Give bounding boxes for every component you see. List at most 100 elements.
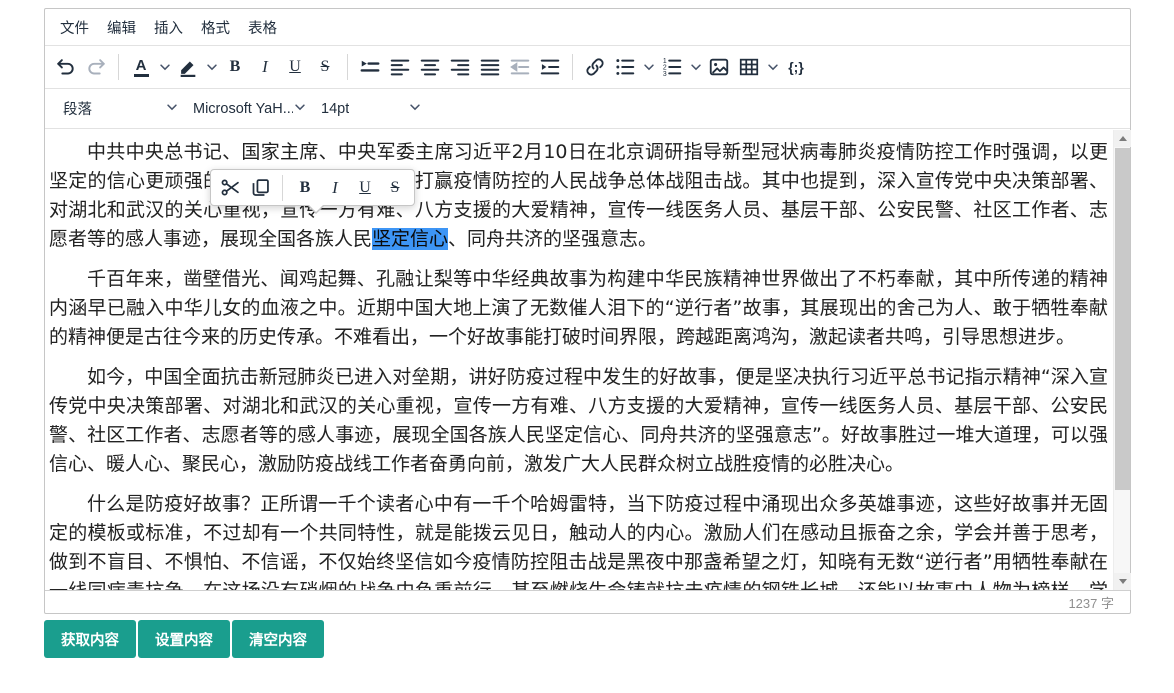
highlighter-icon (177, 56, 199, 78)
image-icon (708, 56, 730, 78)
code-sample-icon: {;} (788, 59, 804, 75)
get-content-button[interactable]: 获取内容 (44, 620, 136, 658)
menu-bar: 文件 编辑 插入 格式 表格 (45, 9, 1130, 46)
paragraph-text: 、同舟共济的坚强意志。 (448, 228, 657, 250)
triangle-up-icon (1119, 132, 1127, 141)
italic-icon: I (262, 57, 268, 77)
numbered-list-button[interactable]: 1 2 3 (657, 53, 687, 81)
italic-button[interactable]: I (320, 173, 350, 202)
font-family-value: Microsoft YaH... (193, 101, 293, 117)
scrollbar-thumb[interactable] (1115, 148, 1130, 490)
rich-text-body[interactable]: 中共中央总书记、国家主席、中央军委主席习近平2月10日在北京调研指导新型冠状病毒… (45, 130, 1112, 590)
text-color-icon: A (134, 58, 149, 77)
outdent-button[interactable] (505, 53, 535, 81)
chevron-down-icon (165, 100, 179, 118)
italic-icon: I (332, 178, 338, 198)
numbered-list-icon: 1 2 3 (661, 56, 683, 78)
table-chevron[interactable] (764, 53, 781, 81)
svg-text:3: 3 (663, 71, 667, 78)
bold-icon: B (230, 58, 241, 76)
paragraph: 什么是防疫好故事？正所谓一千个读者心中有一千个哈姆雷特，当下防疫过程中涌现出众多… (49, 490, 1108, 590)
indent-icon (539, 56, 561, 78)
scrollbar-down-button[interactable] (1114, 573, 1131, 590)
align-right-button[interactable] (445, 53, 475, 81)
menu-file[interactable]: 文件 (51, 12, 98, 43)
first-line-indent-button[interactable] (355, 53, 385, 81)
underline-button[interactable]: U (350, 173, 380, 202)
menu-edit[interactable]: 编辑 (98, 12, 145, 43)
chevron-down-icon (293, 100, 307, 118)
align-justify-button[interactable] (475, 53, 505, 81)
paragraph: 千百年来，凿壁借光、闻鸡起舞、孔融让梨等中华经典故事为构建中华民族精神世界做出了… (49, 265, 1108, 352)
bold-button[interactable]: B (220, 53, 250, 81)
bullet-list-chevron[interactable] (640, 53, 657, 81)
align-justify-icon (479, 56, 501, 78)
toolbar-divider (118, 54, 119, 80)
strikethrough-button[interactable]: S (380, 173, 410, 202)
highlight-color-chevron[interactable] (203, 53, 220, 81)
toolbar-divider (282, 175, 283, 201)
numbered-list-chevron[interactable] (687, 53, 704, 81)
set-content-button[interactable]: 设置内容 (138, 620, 230, 658)
underline-icon: U (359, 179, 371, 197)
highlight-color-button[interactable] (173, 53, 203, 81)
scissors-icon (220, 177, 241, 198)
font-size-dropdown[interactable]: 14pt (313, 94, 428, 124)
chevron-down-icon (642, 60, 656, 74)
copy-button[interactable] (245, 173, 275, 202)
paragraph: 中共中央总书记、国家主席、中央军委主席习近平2月10日在北京调研指导新型冠状病毒… (49, 138, 1108, 254)
align-left-icon (389, 56, 411, 78)
font-family-dropdown[interactable]: Microsoft YaH... (185, 94, 313, 124)
menu-format[interactable]: 格式 (192, 12, 239, 43)
indent-button[interactable] (535, 53, 565, 81)
menu-insert[interactable]: 插入 (145, 12, 192, 43)
redo-icon (85, 56, 107, 78)
toolbar-divider (347, 54, 348, 80)
underline-button[interactable]: U (280, 53, 310, 81)
clear-content-button[interactable]: 清空内容 (232, 620, 324, 658)
paragraph-style-dropdown[interactable]: 段落 (55, 94, 185, 124)
text-color-chevron[interactable] (156, 53, 173, 81)
scrollbar-up-button[interactable] (1114, 130, 1131, 147)
bullet-list-button[interactable] (610, 53, 640, 81)
cut-button[interactable] (215, 173, 245, 202)
outdent-icon (509, 56, 531, 78)
chevron-down-icon (408, 100, 422, 118)
strikethrough-button[interactable]: S (310, 53, 340, 81)
paragraph: 如今，中国全面抗击新冠肺炎已进入对垒期，讲好防疫过程中发生的好故事，便是坚决执行… (49, 363, 1108, 479)
bullet-list-icon (614, 56, 636, 78)
italic-button[interactable]: I (250, 53, 280, 81)
text-color-button[interactable]: A (126, 53, 156, 81)
align-center-button[interactable] (415, 53, 445, 81)
context-toolbar-pointer (307, 205, 325, 214)
align-left-button[interactable] (385, 53, 415, 81)
undo-icon (55, 56, 77, 78)
format-toolbar: 段落 Microsoft YaH... 14pt (45, 89, 1130, 129)
chevron-down-icon (158, 60, 172, 74)
strikethrough-icon: S (391, 179, 400, 197)
bold-button[interactable]: B (290, 173, 320, 202)
first-line-indent-icon (359, 56, 381, 78)
menu-table[interactable]: 表格 (239, 12, 286, 43)
link-button[interactable] (580, 53, 610, 81)
copy-icon (250, 177, 271, 198)
redo-button[interactable] (81, 53, 111, 81)
selection-context-toolbar: B I U S (210, 169, 415, 206)
selected-text: 坚定信心 (372, 228, 448, 250)
table-icon (738, 56, 760, 78)
main-toolbar: A B I U S (45, 46, 1130, 89)
table-button[interactable] (734, 53, 764, 81)
code-sample-button[interactable]: {;} (781, 53, 811, 81)
paragraph-style-value: 段落 (63, 98, 92, 119)
align-right-icon (449, 56, 471, 78)
word-count: 1237 字 (1068, 593, 1114, 612)
bold-icon: B (300, 179, 311, 197)
link-icon (584, 56, 606, 78)
insert-image-button[interactable] (704, 53, 734, 81)
chevron-down-icon (766, 60, 780, 74)
editor-content-area: 中共中央总书记、国家主席、中央军委主席习近平2月10日在北京调研指导新型冠状病毒… (45, 130, 1130, 590)
chevron-down-icon (689, 60, 703, 74)
font-size-value: 14pt (321, 101, 349, 117)
status-bar: 1237 字 (45, 590, 1130, 613)
undo-button[interactable] (51, 53, 81, 81)
